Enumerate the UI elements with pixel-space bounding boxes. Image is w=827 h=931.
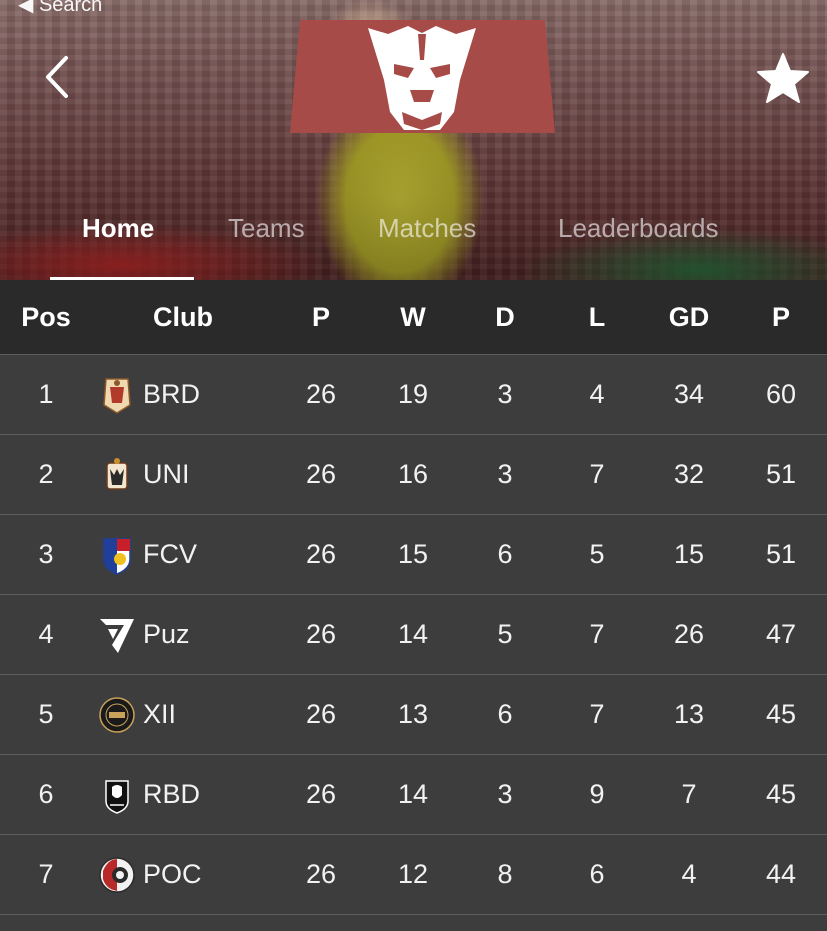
header-points: P	[771, 302, 790, 332]
header-played: P	[311, 302, 330, 332]
row-won: 12	[397, 859, 429, 889]
row-played: 26	[305, 619, 337, 649]
table-header: Pos Club P W D L GD P	[0, 280, 827, 354]
row-lost: 7	[589, 699, 605, 729]
row-won: 13	[397, 699, 429, 729]
club-crest-icon	[103, 538, 131, 575]
league-table: Pos Club P W D L GD P 1 BRD 26 19 3 4 34…	[0, 280, 827, 931]
row-pos: 4	[38, 619, 54, 649]
row-drawn: 5	[497, 619, 513, 649]
row-points: 51	[765, 459, 797, 489]
favorite-button[interactable]	[754, 50, 812, 108]
row-goal-difference: 4	[681, 859, 697, 889]
row-club-name: RBD	[143, 779, 201, 809]
row-played: 26	[305, 779, 337, 809]
row-played: 26	[305, 539, 337, 569]
row-drawn: 3	[497, 379, 513, 409]
row-pos: 5	[38, 699, 54, 729]
table-row[interactable]: 6 RBD 26 14 3 9 7 45	[0, 754, 827, 834]
tab-matches[interactable]: Matches	[378, 213, 476, 244]
star-icon	[757, 53, 809, 103]
row-points: 44	[765, 859, 797, 889]
club-crest-icon	[99, 697, 135, 733]
row-goal-difference: 32	[673, 459, 705, 489]
row-club-name: FCV	[143, 539, 197, 569]
row-won: 19	[397, 379, 429, 409]
row-won: 15	[397, 539, 429, 569]
row-goal-difference: 7	[681, 779, 697, 809]
row-won: 14	[397, 779, 429, 809]
row-drawn: 6	[497, 539, 513, 569]
row-club-name: UNI	[143, 459, 190, 489]
row-points: 51	[765, 539, 797, 569]
table-row[interactable]: 3 FCV 26 15 6 5 15 51	[0, 514, 827, 594]
table-row[interactable]: 4 Puz 26 14 5 7 26 47	[0, 594, 827, 674]
table-row[interactable]: 5 XII 26 13 6 7 13 45	[0, 674, 827, 754]
row-drawn: 6	[497, 699, 513, 729]
row-pos: 2	[38, 459, 54, 489]
club-crest-icon	[106, 458, 128, 490]
row-points: 60	[765, 379, 797, 409]
row-goal-difference: 34	[673, 379, 705, 409]
tab-home[interactable]: Home	[82, 213, 154, 244]
row-goal-difference: 26	[673, 619, 705, 649]
tab-leaderboards[interactable]: Leaderboards	[558, 213, 718, 244]
tab-bar: Home Teams Matches Leaderboards	[0, 205, 827, 280]
row-points: 47	[765, 619, 797, 649]
row-club-name: XII	[143, 699, 177, 729]
row-lost: 9	[589, 779, 605, 809]
row-club-name: Puz	[143, 619, 190, 649]
row-lost: 7	[589, 619, 605, 649]
row-pos: 7	[38, 859, 54, 889]
row-played: 26	[305, 859, 337, 889]
row-pos: 1	[38, 379, 54, 409]
row-played: 26	[305, 379, 337, 409]
row-played: 26	[305, 699, 337, 729]
row-goal-difference: 13	[673, 699, 705, 729]
row-played: 26	[305, 459, 337, 489]
league-logo	[290, 20, 555, 133]
header-club: Club	[153, 302, 213, 332]
status-bar-back-link[interactable]: ◀ Search	[18, 0, 102, 17]
row-drawn: 3	[497, 459, 513, 489]
club-crest-icon	[103, 378, 131, 414]
table-row[interactable]: 1 BRD 26 19 3 4 34 60	[0, 354, 827, 434]
row-club-name: BRD	[143, 379, 201, 409]
row-pos: 3	[38, 539, 54, 569]
row-points: 45	[765, 699, 797, 729]
table-row[interactable]: 2 UNI 26 16 3 7 32 51	[0, 434, 827, 514]
hero-banner: ◀ Search Home Teams Matches Leaderboards	[0, 0, 827, 280]
row-lost: 5	[589, 539, 605, 569]
tab-teams[interactable]: Teams	[228, 213, 305, 244]
header-pos: Pos	[21, 302, 71, 332]
row-drawn: 8	[497, 859, 513, 889]
club-crest-icon	[100, 619, 134, 653]
row-lost: 7	[589, 459, 605, 489]
table-row[interactable]: 7 POC 26 12 8 6 4 44	[0, 834, 827, 914]
chevron-left-icon	[46, 56, 68, 98]
header-drawn: D	[495, 302, 515, 332]
header-won: W	[400, 302, 426, 332]
club-crest-icon	[99, 857, 135, 893]
row-lost: 6	[589, 859, 605, 889]
row-won: 16	[397, 459, 429, 489]
row-club-name: POC	[143, 859, 202, 889]
row-lost: 4	[589, 379, 605, 409]
row-drawn: 3	[497, 779, 513, 809]
header-lost: L	[588, 302, 606, 332]
table-row[interactable]	[0, 914, 827, 931]
club-crest-icon	[105, 780, 129, 814]
back-button[interactable]	[38, 52, 78, 102]
row-pos: 6	[38, 779, 54, 809]
row-goal-difference: 15	[673, 539, 705, 569]
row-points: 45	[765, 779, 797, 809]
row-won: 14	[397, 619, 429, 649]
header-goal-difference: GD	[668, 302, 710, 332]
